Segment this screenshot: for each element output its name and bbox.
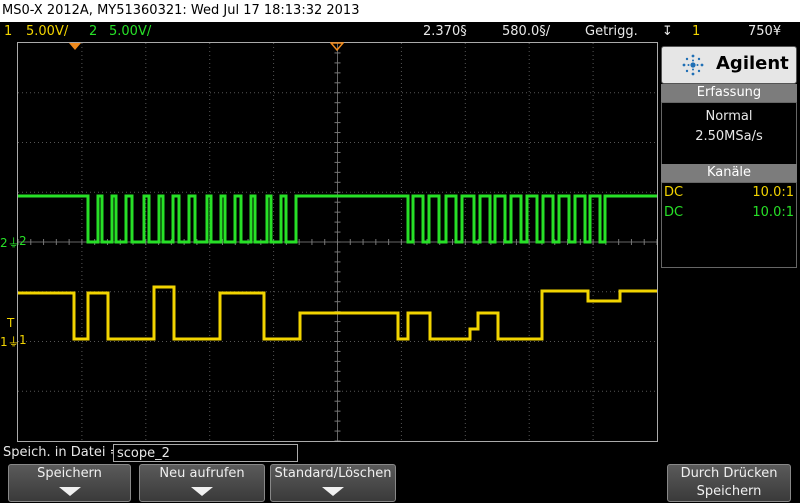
trigger-position-marker[interactable] — [68, 42, 82, 51]
save-softkey-label: Speichern — [37, 466, 102, 481]
channel-2-row: DC 10.0:1 — [664, 205, 794, 225]
ch1-marker-label: 1 — [0, 335, 8, 349]
recall-softkey-label: Neu aufrufen — [159, 466, 245, 481]
acquisition-info: Normal 2.50MSa/s — [661, 102, 797, 168]
ch1-scale[interactable]: 5.00V/ — [26, 22, 68, 42]
ch1-ground-marker[interactable]: 1⏚ — [0, 333, 20, 350]
channels-header[interactable]: Kanäle — [661, 164, 797, 182]
brand-name: Agilent — [716, 53, 789, 74]
save-file-bar: Speich. in Datei = — [0, 444, 800, 463]
channel-1-row: DC 10.0:1 — [664, 185, 794, 205]
time-reference-marker — [330, 42, 344, 51]
ch2-scale[interactable]: 5.00V/ — [109, 22, 151, 42]
agilent-spark-icon — [682, 54, 704, 76]
trigger-mode: Getrigg. — [585, 24, 638, 39]
ch2-marker-label: 2 — [0, 236, 8, 250]
channel-1-coupling: DC — [664, 185, 684, 200]
trigger-level[interactable]: 750¥ — [748, 22, 781, 42]
trigger-edge-icon: ↧ — [662, 24, 673, 39]
save-file-label: Speich. in Datei = — [3, 445, 121, 460]
channel-1-probe: 10.0:1 — [752, 185, 794, 200]
arrow-down-icon — [191, 487, 213, 496]
ch2-position-label: 2 — [19, 234, 27, 248]
window-title: MS0-X 2012A, MY51360321: Wed Jul 17 18:1… — [2, 3, 360, 18]
time-offset[interactable]: 2.370§ — [423, 22, 467, 42]
default-erase-softkey[interactable]: Standard/Löschen — [270, 464, 396, 502]
press-to-save-line2: Speichern — [696, 484, 762, 499]
ch2-ground-marker[interactable]: 2⏚ — [0, 234, 20, 251]
time-scale[interactable]: 580.0§/ — [502, 22, 550, 42]
arrow-down-icon — [322, 487, 344, 496]
acquisition-mode: Normal — [705, 109, 753, 124]
default-erase-softkey-label: Standard/Löschen — [274, 466, 392, 481]
trigger-level-marker[interactable]: T — [7, 316, 14, 330]
ch2-number[interactable]: 2 — [89, 22, 97, 42]
sample-rate: 2.50MSa/s — [695, 129, 763, 144]
window-title-bar: MS0-X 2012A, MY51360321: Wed Jul 17 18:1… — [0, 0, 800, 22]
channel-status-bar: 1 5.00V/ 2 5.00V/ 2.370§ 580.0§/ Getrigg… — [0, 22, 800, 42]
channels-info: DC 10.0:1 DC 10.0:1 — [661, 182, 797, 268]
trigger-source[interactable]: 1 — [692, 22, 700, 42]
press-to-save-softkey[interactable]: Durch Drücken Speichern — [667, 464, 791, 502]
arrow-down-icon — [58, 487, 81, 496]
save-filename-field[interactable] — [113, 444, 298, 462]
graticule — [18, 43, 657, 441]
channel-2-coupling: DC — [664, 205, 684, 220]
press-to-save-line1: Durch Drücken — [680, 466, 778, 481]
save-softkey[interactable]: Speichern — [8, 464, 131, 502]
recall-softkey[interactable]: Neu aufrufen — [139, 464, 265, 502]
acquisition-header[interactable]: Erfassung — [661, 84, 797, 102]
ch1-position-label: 1 — [19, 333, 27, 347]
waveform-display[interactable] — [17, 42, 658, 442]
brand-logo: Agilent — [661, 46, 797, 84]
ch1-number[interactable]: 1 — [4, 22, 12, 42]
side-panel: Agilent Erfassung Normal 2.50MSa/s Kanäl… — [661, 46, 797, 268]
channel-2-probe: 10.0:1 — [752, 205, 794, 220]
